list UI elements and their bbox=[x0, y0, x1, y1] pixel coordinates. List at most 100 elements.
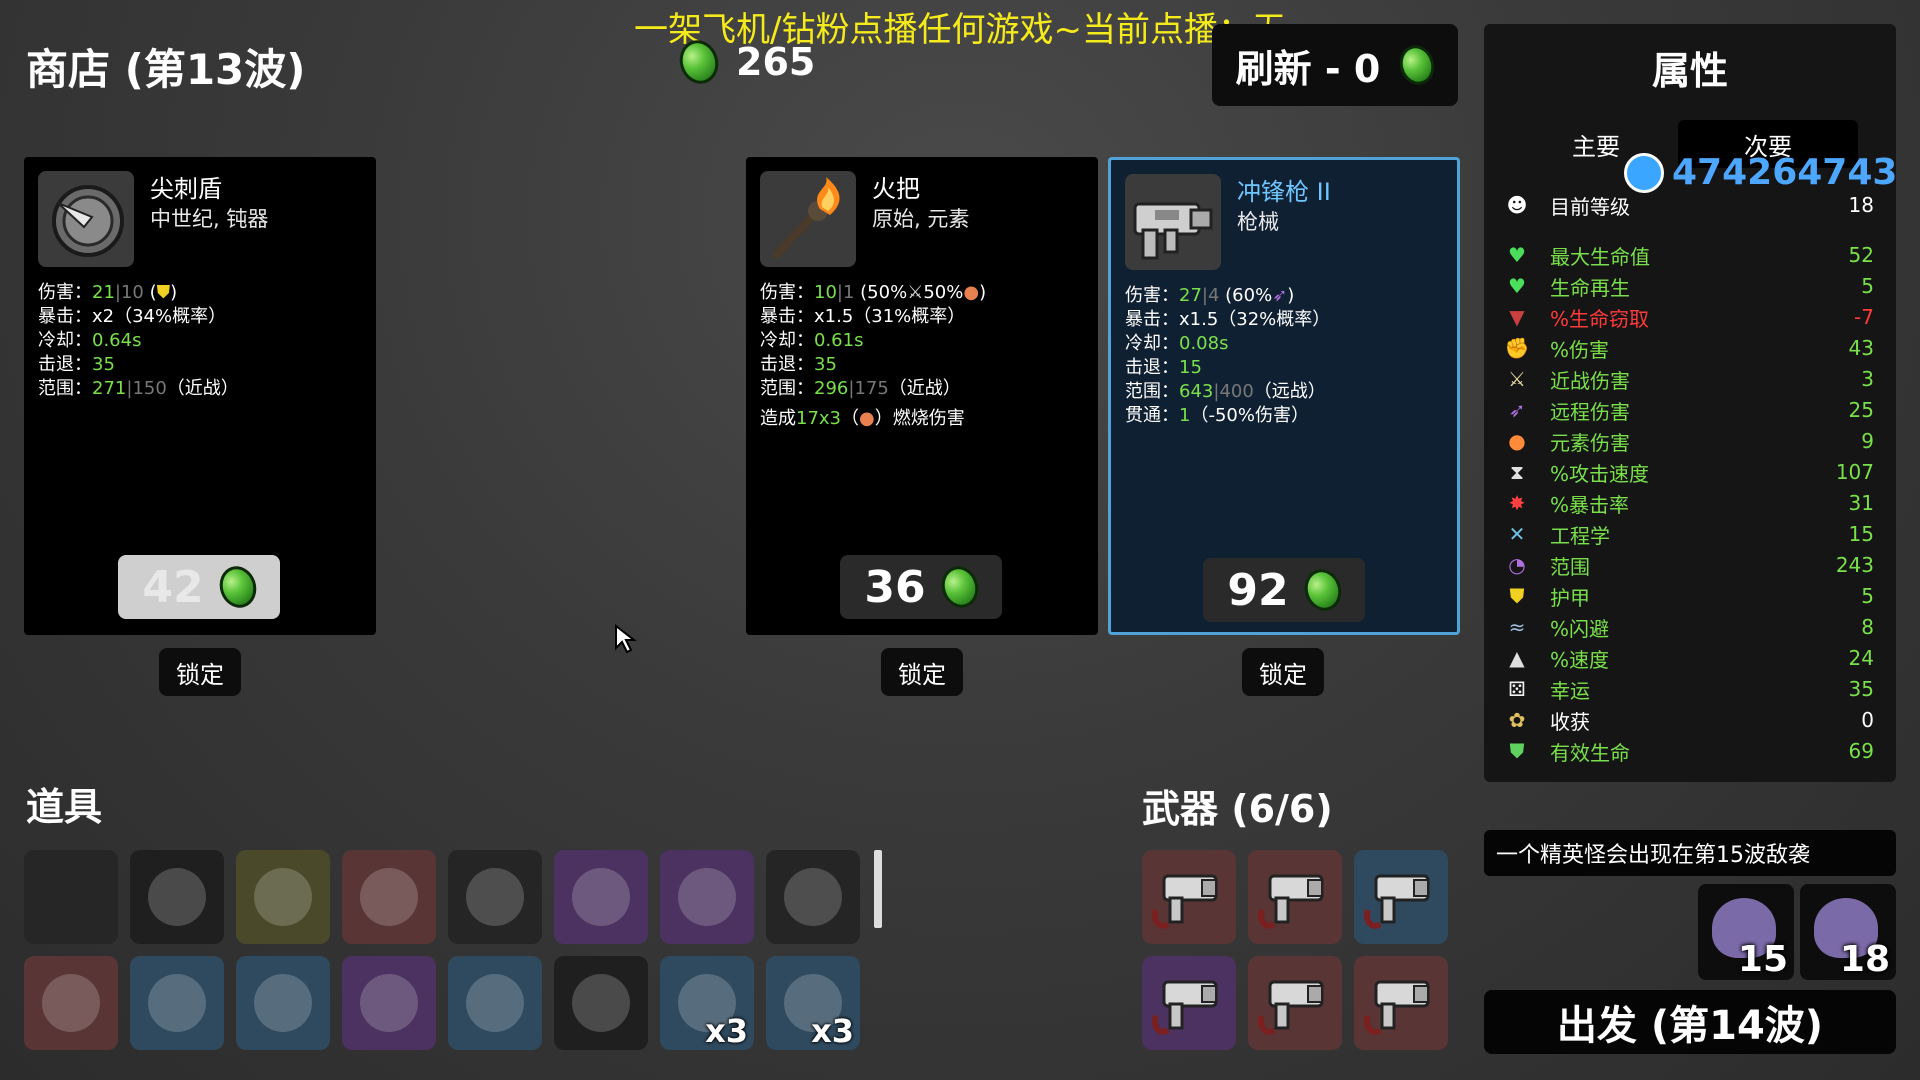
item-slot[interactable]: x3 bbox=[766, 956, 860, 1050]
flame-icon: ● bbox=[1508, 429, 1526, 453]
gold-amount: 265 bbox=[736, 40, 816, 84]
item-stats: 伤害：21|10 (⛊) 暴击：x2（34%概率） 冷却：0.64s 击退：35… bbox=[38, 282, 239, 399]
stat-label: 护甲 bbox=[1550, 585, 1590, 610]
stat-row: ⛊ 护甲 5 bbox=[1504, 581, 1875, 611]
material-icon bbox=[214, 561, 262, 613]
stat-label: 有效生命 bbox=[1550, 740, 1630, 765]
sword-icon: ⚔ bbox=[1508, 367, 1526, 391]
buy-button[interactable]: 42 bbox=[118, 555, 280, 619]
item-slot[interactable] bbox=[554, 850, 648, 944]
item-stats: 伤害：10|1 (50%⚔50%●) 暴击：x1.5（31%概率） 冷却：0.6… bbox=[760, 282, 987, 429]
stat-value: 35 bbox=[1848, 677, 1874, 701]
qq-icon bbox=[1624, 152, 1664, 193]
price-value: 36 bbox=[864, 561, 926, 613]
stat-value: 3 bbox=[1861, 367, 1874, 391]
item-slot[interactable]: x3 bbox=[660, 956, 754, 1050]
stat-value: -7 bbox=[1854, 305, 1874, 329]
item-name: 尖刺盾 bbox=[150, 175, 222, 203]
item-slot[interactable] bbox=[24, 850, 118, 944]
stat-row: ◔ 范围 243 bbox=[1504, 550, 1874, 580]
stats-title: 属性 bbox=[1651, 49, 1728, 93]
crit-icon: ✸ bbox=[1508, 491, 1526, 515]
stat-value: 107 bbox=[1835, 460, 1874, 484]
item-slot[interactable] bbox=[554, 956, 648, 1050]
weapon-slot[interactable] bbox=[1248, 850, 1342, 944]
weapon-slot[interactable] bbox=[1142, 956, 1236, 1050]
weapon-slot[interactable] bbox=[1354, 956, 1448, 1050]
lock-button[interactable]: 锁定 bbox=[881, 648, 963, 696]
stat-row: ✊ %伤害 43 bbox=[1504, 333, 1874, 363]
smg-icon bbox=[1152, 874, 1218, 929]
stat-value: 9 bbox=[1861, 429, 1874, 453]
item-slot[interactable] bbox=[342, 850, 436, 944]
bow-icon: ➶ bbox=[1508, 398, 1526, 422]
item-slot[interactable] bbox=[24, 956, 118, 1050]
item-slot[interactable] bbox=[766, 850, 860, 944]
gold-counter: 265 bbox=[674, 35, 816, 89]
shop-card-torch[interactable]: 火把 原始, 元素 伤害：10|1 (50%⚔50%●) 暴击：x1.5（31%… bbox=[746, 157, 1098, 635]
dice-icon: ⚄ bbox=[1508, 677, 1526, 701]
item-slot[interactable] bbox=[342, 956, 436, 1050]
smg-icon bbox=[1152, 980, 1218, 1035]
stat-row: ⚄ 幸运 35 bbox=[1504, 674, 1874, 704]
buy-button[interactable]: 92 bbox=[1203, 558, 1365, 622]
item-slot[interactable] bbox=[130, 956, 224, 1050]
items-scrollbar[interactable] bbox=[874, 850, 882, 928]
dodge-icon: ≈ bbox=[1508, 615, 1526, 639]
stat-value: 5 bbox=[1861, 274, 1874, 298]
item-type: 原始, 元素 bbox=[872, 207, 970, 231]
item-slot[interactable] bbox=[660, 850, 754, 944]
heart-plus-icon: ♥ bbox=[1508, 274, 1526, 298]
stat-row-level: ☻ 目前等级 18 bbox=[1504, 190, 1874, 220]
item-slot[interactable] bbox=[236, 956, 330, 1050]
price-value: 42 bbox=[142, 561, 204, 613]
wrench-icon: ✕ bbox=[1508, 522, 1526, 546]
weapon-slot[interactable] bbox=[1248, 956, 1342, 1050]
material-icon bbox=[1299, 564, 1347, 616]
item-slot[interactable] bbox=[448, 956, 542, 1050]
stat-value: 69 bbox=[1848, 739, 1874, 763]
stat-label: %闪避 bbox=[1550, 616, 1610, 641]
stat-value: 24 bbox=[1848, 646, 1874, 670]
shop-card-smg[interactable]: 冲锋枪 II 枪械 伤害：27|4 (60%➶) 暴击：x1.5（32%概率） … bbox=[1108, 157, 1460, 635]
harvest-icon: ✿ bbox=[1508, 708, 1526, 732]
melee-scaling-icon: ⚔ bbox=[907, 282, 924, 303]
weapon-slot[interactable] bbox=[1354, 850, 1448, 944]
buy-button[interactable]: 36 bbox=[840, 555, 1002, 619]
health-shield-icon: ⛊ bbox=[1509, 739, 1525, 763]
stat-row: ⛊ 有效生命 69 bbox=[1504, 736, 1875, 766]
item-name: 火把 bbox=[872, 175, 920, 203]
smg-icon bbox=[1364, 980, 1430, 1035]
stat-value: 52 bbox=[1848, 243, 1874, 267]
lock-button[interactable]: 锁定 bbox=[159, 648, 241, 696]
shop-card-spiked-shield[interactable]: 尖刺盾 中世纪, 钝器 伤害：21|10 (⛊) 暴击：x2（34%概率） 冷却… bbox=[24, 157, 376, 635]
item-slot[interactable] bbox=[130, 850, 224, 944]
item-name: 冲锋枪 II bbox=[1237, 178, 1331, 206]
stat-label: %攻击速度 bbox=[1550, 461, 1650, 486]
go-button[interactable]: 出发 (第14波) bbox=[1484, 990, 1896, 1054]
qq-number: 474264743 bbox=[1672, 152, 1898, 193]
stat-value: 31 bbox=[1848, 491, 1874, 515]
item-slot[interactable] bbox=[448, 850, 542, 944]
heart-icon: ♥ bbox=[1508, 243, 1526, 267]
lock-button[interactable]: 锁定 bbox=[1242, 648, 1324, 696]
burn-icon: ● bbox=[859, 408, 875, 429]
smg-icon bbox=[1364, 874, 1430, 929]
robot-arm-icon bbox=[466, 974, 524, 1032]
price-value: 92 bbox=[1227, 564, 1289, 616]
claw-tree-icon bbox=[466, 868, 524, 926]
material-icon bbox=[674, 35, 724, 89]
stat-label: 目前等级 bbox=[1550, 194, 1630, 219]
stat-value: 18 bbox=[1848, 193, 1874, 217]
refresh-button[interactable]: 刷新 - 0 bbox=[1212, 24, 1458, 106]
wave-number: 18 bbox=[1839, 939, 1890, 980]
material-icon bbox=[936, 561, 984, 613]
material-icon bbox=[1394, 40, 1440, 90]
weapon-slot[interactable] bbox=[1142, 850, 1236, 944]
stat-label: %速度 bbox=[1550, 647, 1610, 672]
stat-label: 范围 bbox=[1550, 554, 1590, 579]
bullet-icon bbox=[148, 974, 206, 1032]
stat-label: 幸运 bbox=[1550, 678, 1590, 703]
item-slot[interactable] bbox=[236, 850, 330, 944]
stat-label: 生命再生 bbox=[1550, 275, 1630, 300]
